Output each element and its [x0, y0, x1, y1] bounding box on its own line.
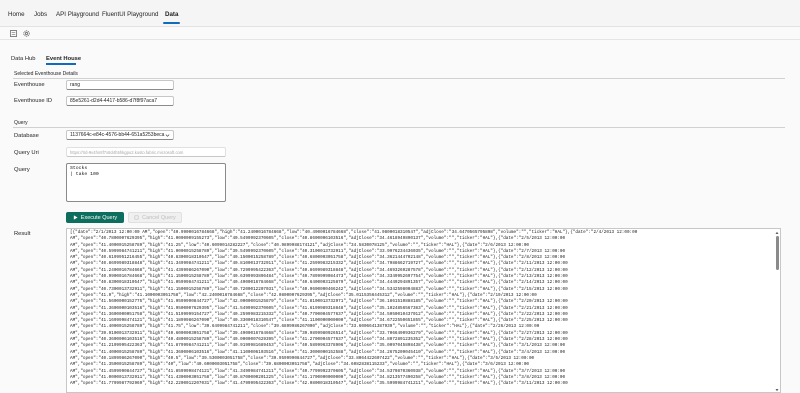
result-scrollbar[interactable]: [775, 231, 779, 392]
nav-item-home[interactable]: Home: [8, 11, 25, 18]
stop-icon: [134, 215, 139, 220]
result-label: Result: [14, 231, 31, 237]
scroll-up-icon[interactable]: [775, 231, 779, 235]
document-icon[interactable]: [9, 29, 18, 38]
nav-item-api-playground[interactable]: API Playground: [56, 11, 99, 18]
nav-active-indicator: [163, 22, 180, 24]
database-select[interactable]: 1137664c-e84c-4576-bb44-651a5253beca: [66, 130, 174, 140]
execute-query-label: Execute Query: [80, 214, 118, 221]
nav-item-jobs[interactable]: Jobs: [34, 11, 47, 18]
cancel-query-label: Cancel Query: [142, 214, 176, 221]
tab-bar: Data Hub Event House: [0, 52, 800, 66]
result-line: AM","open":"41.7799987792969","high":"42…: [70, 381, 568, 387]
nav-item-fluentui-playground[interactable]: FluentUI Playground: [102, 11, 158, 18]
tab-event-house[interactable]: Event House: [46, 56, 81, 62]
eventhouse-id-input[interactable]: 85e5261-d2d4-4417-b586-d7f8f97aca7: [66, 96, 174, 106]
gear-icon[interactable]: [22, 29, 31, 38]
query-uri-label: Query Uri: [14, 150, 39, 156]
section-divider: [13, 78, 785, 79]
play-icon: [73, 215, 78, 220]
tab-data-hub[interactable]: Data Hub: [11, 56, 36, 62]
top-navigation: Home Jobs API Playground FluentUI Playgr…: [0, 0, 800, 27]
selected-eventhouse-section-title: Selected Eventhouse Details: [14, 71, 78, 77]
query-uri-input[interactable]: https://trd-9v4hn8f7x8d4h5hkgpu2.kusto.f…: [66, 147, 226, 157]
nav-item-data[interactable]: Data: [165, 11, 178, 18]
toolbar: [0, 27, 800, 40]
section-divider: [13, 127, 785, 128]
query-label: Query: [14, 167, 30, 173]
scroll-down-icon[interactable]: [775, 388, 779, 392]
database-label: Database: [14, 133, 39, 139]
database-select-value: 1137664c-e84c-4576-bb44-651a5253beca: [70, 132, 165, 138]
eventhouse-input[interactable]: rang: [66, 80, 174, 90]
query-section-title: Query: [14, 120, 28, 126]
scrollbar-thumb[interactable]: [775, 236, 779, 270]
eventhouse-id-label: Eventhouse ID: [14, 98, 53, 104]
cancel-query-button[interactable]: Cancel Query: [128, 212, 182, 223]
eventhouse-label: Eventhouse: [14, 82, 45, 88]
execute-query-button[interactable]: Execute Query: [66, 212, 124, 223]
chevron-down-icon: [165, 134, 170, 137]
result-textarea[interactable]: [{"date":"2/1/2013 12:00:00 AM","open":"…: [66, 228, 781, 393]
tab-active-indicator: [46, 63, 76, 65]
result-text: [{"date":"2/1/2013 12:00:00 AM","open":"…: [67, 229, 780, 388]
query-textarea[interactable]: Stocks | take 100: [66, 163, 226, 202]
